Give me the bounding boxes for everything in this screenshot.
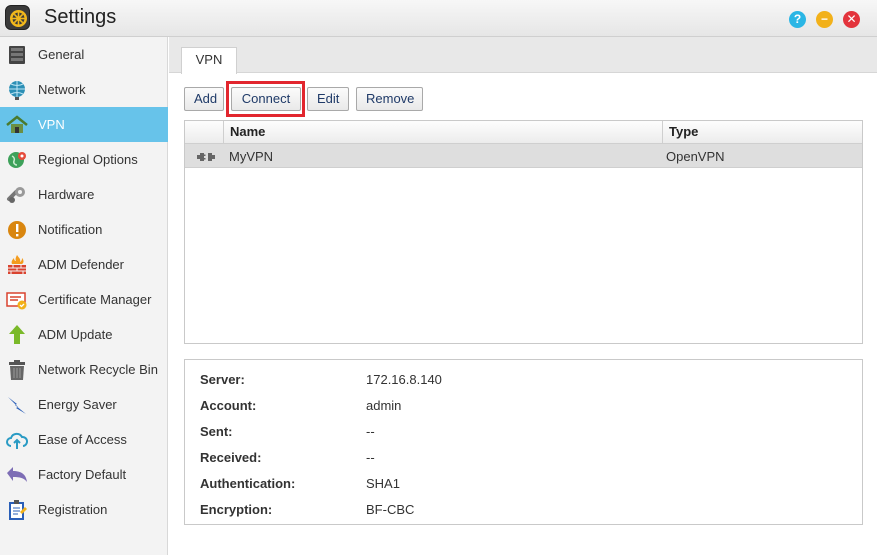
column-header-type[interactable]: Type: [662, 121, 862, 144]
detail-row-server: Server: 172.16.8.140: [200, 372, 840, 390]
wrench-gear-icon: [6, 184, 28, 206]
detail-row-sent: Sent: --: [200, 424, 840, 442]
remove-button[interactable]: Remove: [356, 87, 423, 111]
sidebar-item-adm-update[interactable]: ADM Update: [0, 317, 168, 352]
sidebar-item-label: ADM Defender: [38, 257, 124, 272]
certificate-icon: [6, 289, 28, 311]
tab-vpn[interactable]: VPN: [181, 47, 237, 74]
detail-label: Authentication:: [200, 476, 296, 491]
sidebar-item-energy-saver[interactable]: Energy Saver: [0, 387, 168, 422]
detail-value: 172.16.8.140: [366, 372, 442, 387]
sidebar-item-hardware[interactable]: Hardware: [0, 177, 168, 212]
sidebar-item-label: Hardware: [38, 187, 95, 202]
detail-label: Encryption:: [200, 502, 273, 517]
detail-value: admin: [366, 398, 402, 413]
detail-label: Account:: [200, 398, 257, 413]
sidebar-item-factory-default[interactable]: Factory Default: [0, 457, 168, 492]
close-button[interactable]: ✕: [843, 11, 860, 28]
connect-button[interactable]: Connect: [231, 87, 301, 111]
vpn-type-cell: OpenVPN: [666, 149, 725, 164]
title-bar: Settings ? − ✕: [0, 0, 877, 37]
add-button[interactable]: Add: [184, 87, 224, 111]
column-header-name[interactable]: Name: [223, 121, 662, 144]
edit-button[interactable]: Edit: [307, 87, 349, 111]
close-icon: ✕: [846, 12, 857, 26]
sidebar-item-label: Ease of Access: [38, 432, 127, 447]
sidebar-item-ease-of-access[interactable]: Ease of Access: [0, 422, 168, 457]
detail-value: --: [366, 450, 375, 465]
sidebar-item-label: Factory Default: [38, 467, 127, 482]
sidebar-item-adm-defender[interactable]: ADM Defender: [0, 247, 168, 282]
alert-icon: [6, 219, 28, 241]
table-header: Name Type: [185, 121, 862, 144]
sidebar-item-certificate-manager[interactable]: Certificate Manager: [0, 282, 168, 317]
sidebar-item-network[interactable]: Network: [0, 72, 168, 107]
sidebar-item-vpn[interactable]: VPN: [0, 107, 168, 142]
vpn-connection-table: Name Type MyVPN OpenVPN: [184, 120, 863, 344]
globe-icon: [6, 79, 28, 101]
sidebar-item-label: Regional Options: [38, 152, 138, 167]
trash-icon: [6, 359, 28, 381]
up-arrow-icon: [6, 324, 28, 346]
settings-app-logo-icon: [5, 5, 30, 30]
help-button[interactable]: ?: [789, 11, 806, 28]
sidebar-item-label: Notification: [38, 222, 103, 237]
sidebar-item-label: ADM Update: [38, 327, 113, 342]
lightning-icon: [6, 394, 28, 416]
clipboard-icon: [6, 499, 28, 521]
sidebar: General Network VPN Regional Options Har…: [0, 37, 168, 555]
detail-label: Server:: [200, 372, 245, 387]
sidebar-item-regional-options[interactable]: Regional Options: [0, 142, 168, 177]
detail-label: Sent:: [200, 424, 233, 439]
detail-row-encryption: Encryption: BF-CBC: [200, 502, 840, 520]
sidebar-item-label: Certificate Manager: [38, 292, 152, 307]
server-icon: [6, 44, 28, 66]
sidebar-item-label: VPN: [38, 117, 65, 132]
content-panel: VPN Add Connect Edit Remove Name Type My…: [169, 37, 877, 555]
detail-label: Received:: [200, 450, 262, 465]
cloud-upload-icon: [6, 429, 28, 451]
detail-row-authentication: Authentication: SHA1: [200, 476, 840, 494]
vpn-name-cell: MyVPN: [229, 149, 274, 164]
sidebar-item-notification[interactable]: Notification: [0, 212, 168, 247]
sidebar-item-label: General: [38, 47, 85, 62]
sidebar-item-label: Energy Saver: [38, 397, 117, 412]
detail-row-account: Account: admin: [200, 398, 840, 416]
detail-value: --: [366, 424, 375, 439]
window-title: Settings: [44, 6, 117, 28]
firewall-icon: [6, 254, 28, 276]
detail-value: SHA1: [366, 476, 400, 491]
sidebar-item-label: Network Recycle Bin: [38, 362, 158, 377]
help-icon: ?: [793, 12, 802, 26]
sidebar-item-registration[interactable]: Registration: [0, 492, 168, 527]
vpn-house-icon: [6, 114, 28, 136]
region-globe-icon: [6, 149, 28, 171]
table-row[interactable]: MyVPN OpenVPN: [185, 144, 862, 168]
tab-strip: VPN: [169, 37, 877, 74]
minimize-icon: −: [820, 12, 828, 26]
detail-row-received: Received: --: [200, 450, 840, 468]
sidebar-item-network-recycle-bin[interactable]: Network Recycle Bin: [0, 352, 168, 387]
sidebar-item-label: Network: [38, 82, 86, 97]
detail-value: BF-CBC: [366, 502, 415, 517]
disconnected-plug-icon: [197, 150, 215, 165]
minimize-button[interactable]: −: [816, 11, 833, 28]
sidebar-item-label: Registration: [38, 502, 108, 517]
vpn-details-panel: Server: 172.16.8.140 Account: admin Sent…: [184, 359, 863, 525]
undo-arrow-icon: [6, 464, 28, 486]
sidebar-item-general[interactable]: General: [0, 37, 168, 72]
